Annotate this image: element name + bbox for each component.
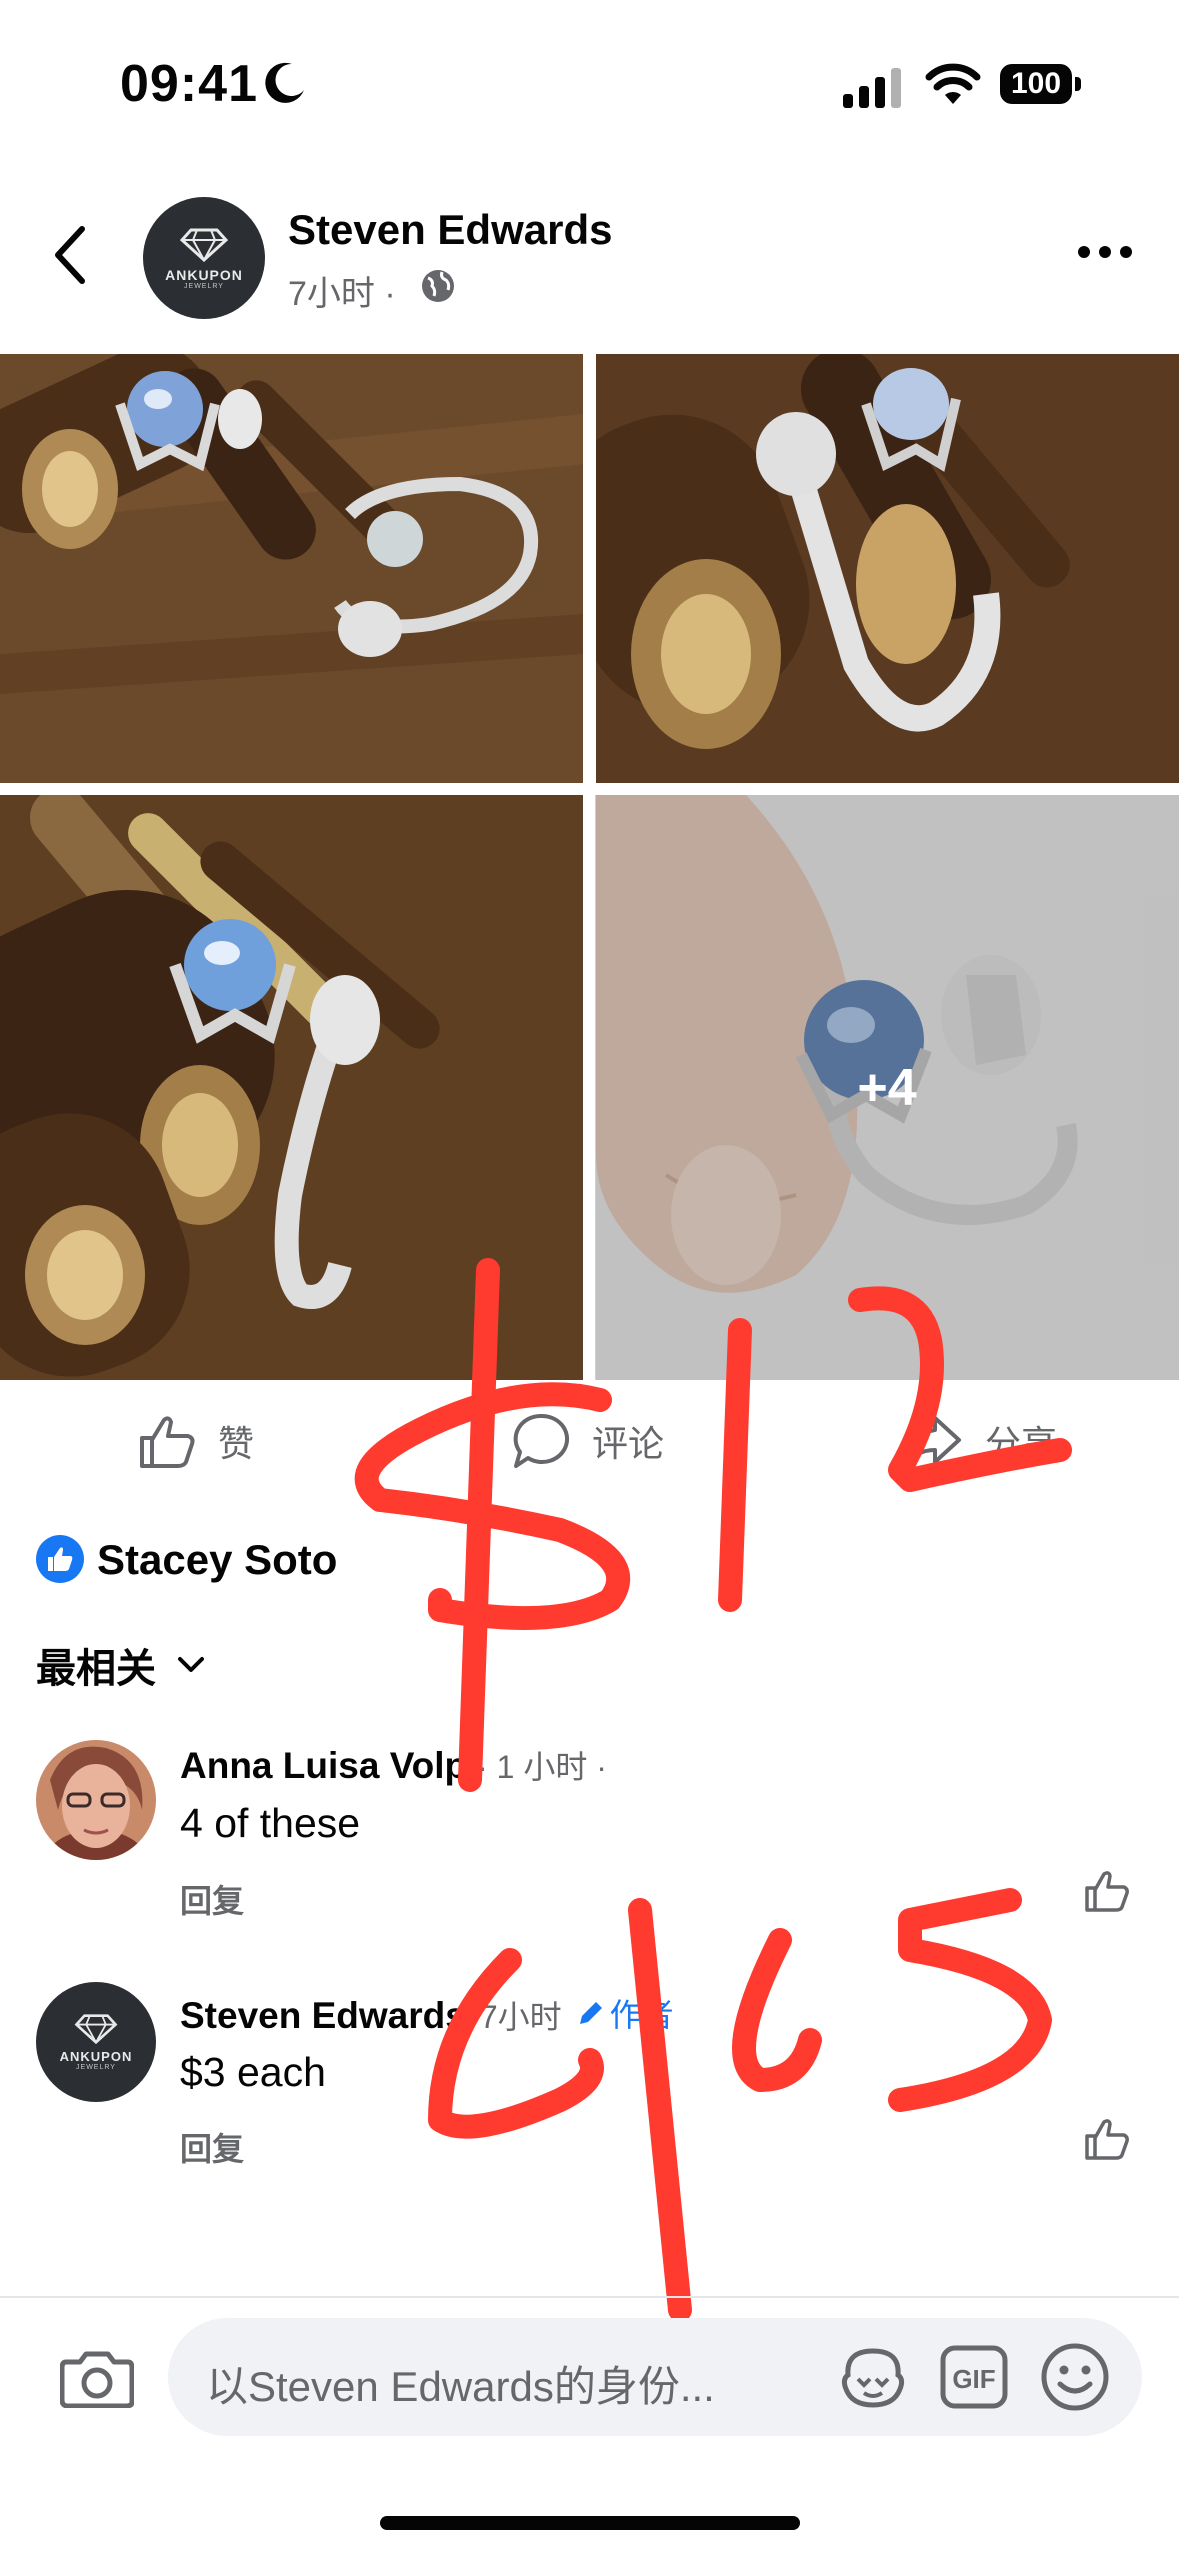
comment-sort-dropdown[interactable]: 最相关	[36, 1636, 206, 1694]
reply-button[interactable]: 回复	[180, 2124, 244, 2170]
post-time-text: 7小时	[288, 275, 375, 313]
more-options-icon[interactable]	[1077, 245, 1133, 259]
gif-icon[interactable]: GIF	[940, 2345, 1008, 2409]
comment-author[interactable]: Steven Edwards	[180, 1995, 466, 2037]
post-timestamp: 7小时 ·	[288, 266, 396, 315]
comment-like-icon[interactable]	[1084, 2116, 1130, 2162]
reply-button[interactable]: 回复	[180, 1876, 244, 1922]
avatar-brand: ANKUPON	[59, 2049, 133, 2064]
like-reaction-badge	[36, 1535, 84, 1583]
globe-icon	[422, 270, 454, 302]
comment-header: Anna Luisa Volp · 1 小时 ·	[180, 1742, 607, 1788]
chevron-down-icon	[178, 1657, 204, 1672]
reactor-name[interactable]: Stacey Soto	[97, 1536, 337, 1584]
post-photo-1[interactable]	[0, 354, 583, 783]
avatar-sub: JEWELRY	[76, 2064, 116, 2071]
comment-like-icon[interactable]	[1084, 1868, 1130, 1914]
post-photo-3[interactable]	[0, 795, 583, 1380]
comment-header: Steven Edwards 7小时 作者	[180, 1990, 674, 2038]
comment-time: 7小时	[479, 1999, 562, 2035]
comment-time: · 1 小时 ·	[477, 1749, 607, 1785]
share-button[interactable]: 分享	[903, 1404, 1057, 1478]
pencil-icon	[579, 2002, 602, 2024]
status-time: 09:41	[120, 55, 258, 113]
like-label: 赞	[218, 1423, 255, 1464]
wifi-icon	[925, 63, 981, 104]
comment-button[interactable]: 评论	[512, 1404, 664, 1478]
emoji-icon[interactable]	[1040, 2342, 1110, 2412]
diamond-logo-icon	[179, 228, 229, 262]
avatar-brand: ANKUPON	[165, 266, 243, 283]
post-time-separator: ·	[384, 275, 396, 313]
comment-input-placeholder: 以Steven Edwards的身份...	[206, 2363, 715, 2410]
comment-bubble-icon	[513, 1413, 570, 1468]
home-indicator	[380, 2516, 800, 2530]
thumbs-up-icon	[140, 1416, 195, 1468]
battery-indicator: 100	[1000, 64, 1072, 104]
author-badge: 作者	[576, 1990, 674, 2036]
author-badge-label: 作者	[609, 1997, 674, 2033]
more-photos-overlay[interactable]: +4	[595, 795, 1179, 1380]
like-button[interactable]: 赞	[138, 1404, 254, 1478]
avatar-sub: JEWELRY	[184, 282, 224, 290]
share-label: 分享	[985, 1423, 1058, 1464]
share-arrow-icon	[905, 1416, 961, 1468]
diamond-logo-icon	[74, 2014, 118, 2045]
avatar-sticker-icon[interactable]	[838, 2345, 908, 2409]
post-photo-2[interactable]	[596, 354, 1179, 783]
commenter-avatar[interactable]: ANKUPON JEWELRY	[36, 1982, 156, 2102]
comment-author[interactable]: Anna Luisa Volp	[180, 1745, 467, 1787]
moon-icon	[265, 62, 304, 103]
svg-text:GIF: GIF	[952, 2364, 995, 2394]
author-avatar[interactable]: ANKUPON JEWELRY	[143, 197, 265, 319]
battery-nub	[1075, 77, 1081, 91]
sort-label: 最相关	[36, 1647, 156, 1691]
comment-label: 评论	[592, 1423, 665, 1464]
commenter-avatar[interactable]	[36, 1740, 156, 1860]
camera-icon[interactable]	[60, 2348, 134, 2408]
back-icon[interactable]	[50, 225, 90, 285]
comment-text: 4 of these	[180, 1800, 361, 1846]
comment-text: $3 each	[180, 2049, 326, 2095]
composer-divider	[0, 2296, 1179, 2298]
profile-photo	[36, 1740, 156, 1860]
post-author-name[interactable]: Steven Edwards	[288, 206, 612, 254]
cellular-signal-icon	[843, 68, 901, 108]
thumbs-up-icon	[48, 1547, 73, 1571]
